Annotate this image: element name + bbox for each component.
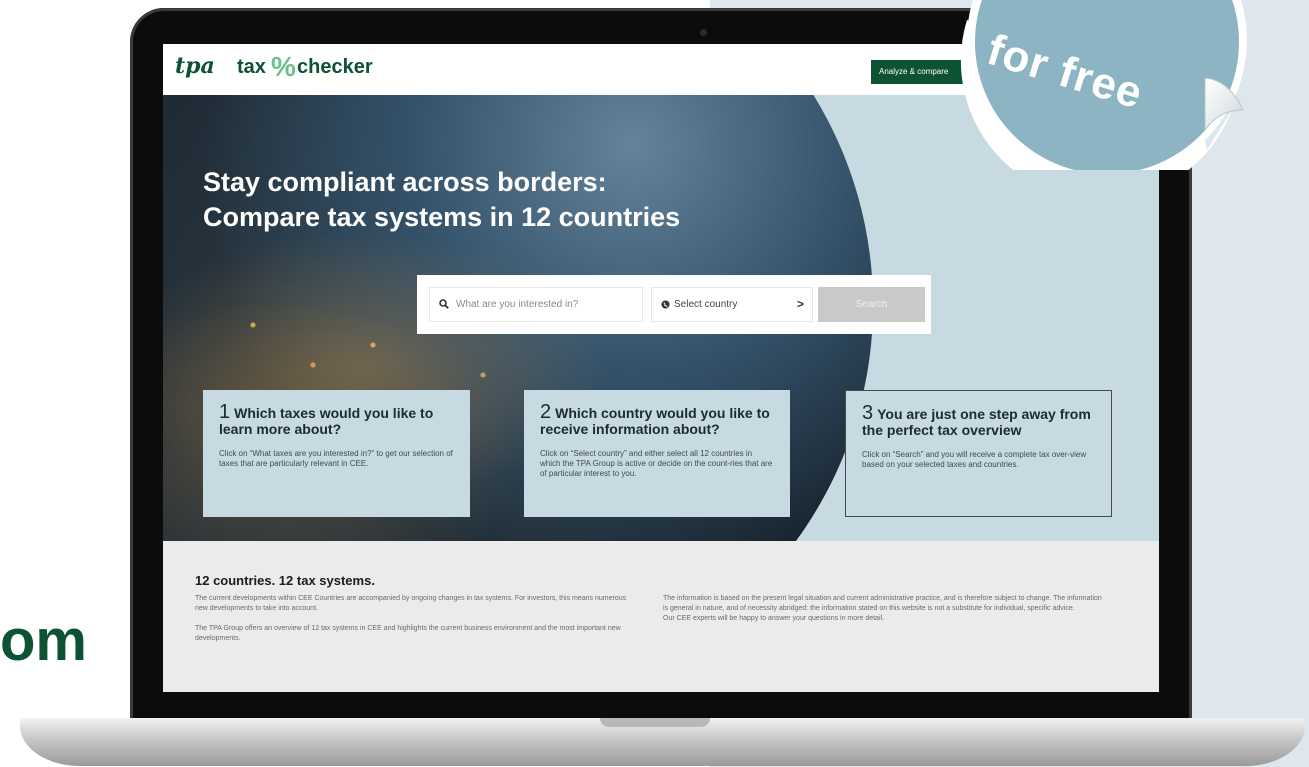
logo-checker-text: checker bbox=[297, 56, 373, 78]
laptop-notch bbox=[600, 718, 710, 727]
info-paragraph: The TPA Group offers an overview of 12 t… bbox=[195, 625, 621, 642]
info-paragraph: The information is based on the present … bbox=[663, 595, 1102, 612]
country-select[interactable]: Select country bbox=[651, 287, 813, 322]
camera-icon bbox=[700, 29, 707, 36]
info-paragraph: The current developments within CEE Coun… bbox=[195, 595, 627, 612]
step-card-3: 3 You are just one step away from the per… bbox=[845, 390, 1112, 517]
info-paragraph: Our CEE experts will be happy to answer … bbox=[663, 615, 884, 622]
logo-tax-text: tax bbox=[237, 56, 266, 78]
search-panel: What are you interested in? Select count… bbox=[417, 275, 931, 334]
step-card-2: 2 Which country would you like to receive… bbox=[524, 390, 790, 517]
side-partial-text: om bbox=[0, 608, 87, 673]
info-heading: 12 countries. 12 tax systems. bbox=[195, 573, 375, 588]
info-column-right: The information is based on the present … bbox=[663, 594, 1103, 624]
step-title: 3 You are just one step away from the per… bbox=[862, 402, 1095, 438]
info-column-left: The current developments within CEE Coun… bbox=[195, 594, 640, 644]
step-card-1: 1 Which taxes would you like to learn mor… bbox=[203, 390, 470, 517]
percent-icon: % bbox=[271, 51, 296, 82]
step-number: 3 bbox=[862, 402, 874, 424]
step-number: 1 bbox=[219, 401, 231, 423]
step-number: 2 bbox=[540, 401, 552, 423]
step-heading: You are just one step away from the perf… bbox=[862, 406, 1091, 438]
globe-icon bbox=[661, 300, 670, 309]
step-title: 2 Which country would you like to receive… bbox=[540, 401, 774, 437]
info-section: 12 countries. 12 tax systems. The curren… bbox=[163, 541, 1159, 692]
chevron-right-icon[interactable]: > bbox=[797, 297, 804, 311]
hero-title-line-1: Stay compliant across borders: bbox=[203, 167, 607, 197]
analyze-compare-button[interactable]: Analyze & compare bbox=[871, 60, 971, 84]
search-input[interactable]: What are you interested in? bbox=[429, 287, 643, 322]
search-button[interactable]: Search bbox=[818, 287, 925, 322]
step-title: 1 Which taxes would you like to learn mor… bbox=[219, 401, 454, 437]
step-description: Click on “Select country” and either sel… bbox=[540, 449, 773, 478]
hero-title-line-2: Compare tax systems in 12 countries bbox=[203, 202, 681, 232]
search-icon bbox=[439, 299, 449, 309]
step-description: Click on “What taxes are you interested … bbox=[219, 449, 453, 468]
hero-title: Stay compliant across borders: Compare t… bbox=[203, 165, 823, 235]
tpa-logo[interactable]: tpa bbox=[175, 53, 215, 79]
step-description: Click on “Search” and you will receive a… bbox=[862, 450, 1087, 469]
step-heading: Which country would you like to receive … bbox=[540, 405, 770, 437]
step-heading: Which taxes would you like to learn more… bbox=[219, 405, 434, 437]
